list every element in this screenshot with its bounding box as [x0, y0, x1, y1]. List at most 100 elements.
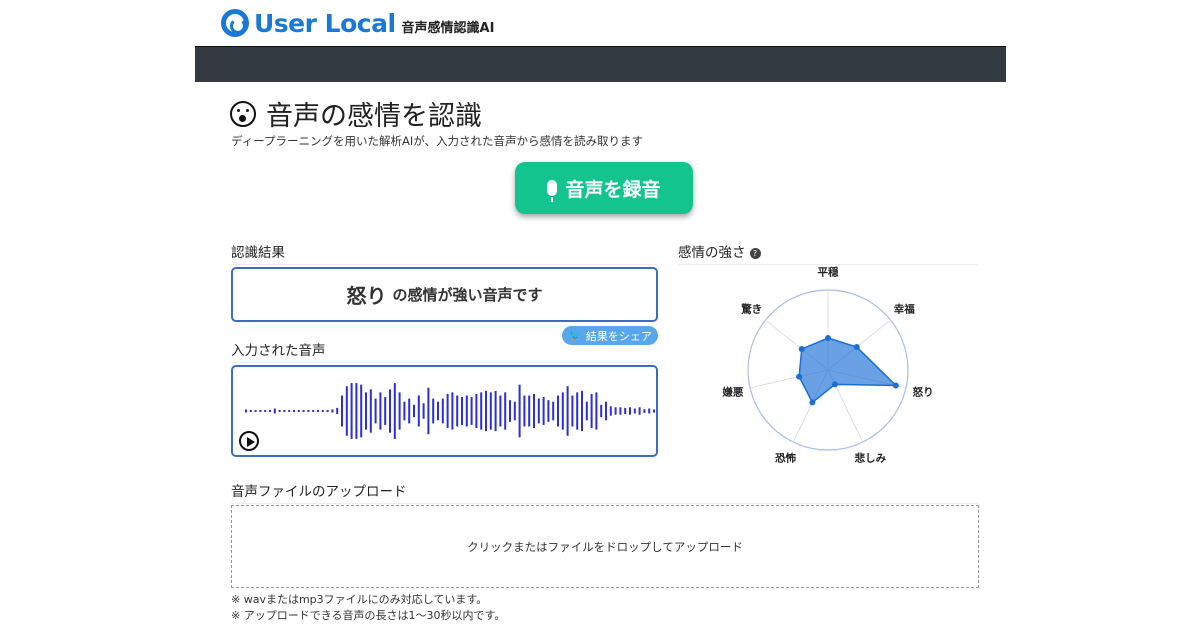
waveform-bar	[494, 390, 497, 432]
waveform-bar	[581, 390, 583, 432]
record-button[interactable]: 音声を録音	[515, 162, 693, 214]
waveform-bar	[302, 410, 305, 412]
waveform-bar	[283, 410, 286, 412]
waveform	[245, 383, 655, 439]
radar-axis-label: 幸福	[893, 303, 915, 316]
waveform-bar	[245, 409, 247, 413]
waveform-bar	[336, 407, 339, 415]
waveform-bar	[278, 410, 281, 412]
waveform-bar	[321, 410, 324, 412]
radar-axis-label: 悲しみ	[854, 452, 887, 465]
radar-axis-line	[749, 369, 829, 389]
logo-text[interactable]: User Local	[254, 9, 396, 38]
waveform-bar	[293, 410, 295, 412]
result-box: 怒り の感情が強い音声です	[231, 267, 658, 322]
waveform-bar	[624, 407, 627, 415]
waveform-bar	[326, 410, 329, 412]
waveform-bar	[331, 409, 334, 413]
waveform-bar	[312, 410, 315, 412]
waveform-bar	[504, 392, 507, 430]
waveform-bar	[489, 392, 492, 430]
waveform-bar	[528, 395, 531, 427]
waveform-bar	[307, 410, 310, 412]
waveform-bar	[537, 398, 540, 424]
waveform-bar	[595, 392, 598, 430]
waveform-bar	[269, 410, 271, 412]
page-title: 音声の感情を認識	[230, 94, 482, 133]
waveform-bar	[398, 392, 401, 430]
waveform-bar	[259, 410, 262, 412]
waveform-bar	[465, 395, 468, 427]
waveform-bar	[571, 395, 574, 427]
play-icon[interactable]	[239, 431, 259, 451]
radar-point	[809, 399, 816, 406]
waveform-bar	[456, 395, 459, 427]
audio-player[interactable]	[231, 365, 658, 457]
waveform-bar	[317, 410, 319, 412]
page-title-text: 音声の感情を認識	[266, 101, 482, 132]
waveform-bar	[629, 407, 631, 415]
waveform-bar	[600, 404, 603, 418]
waveform-bar	[614, 407, 617, 415]
waveform-bar	[480, 392, 483, 430]
radar-heading-text: 感情の強さ	[678, 245, 746, 261]
waveform-bar	[254, 410, 257, 412]
radar-point	[892, 382, 899, 389]
waveform-bar	[518, 384, 521, 438]
waveform-bar	[422, 403, 425, 419]
radar-point	[831, 381, 838, 388]
waveform-bar	[341, 395, 343, 427]
radar-point	[853, 344, 860, 351]
waveform-bar	[345, 386, 348, 436]
waveform-bar	[485, 390, 487, 432]
waveform-bar	[365, 392, 367, 430]
waveform-bar	[590, 393, 593, 429]
upload-note-length: ※ アップロードできる音声の長さは1〜30秒以内です。	[231, 609, 506, 622]
radar-axis-label: 平穏	[817, 266, 839, 279]
waveform-bar	[264, 410, 267, 412]
waveform-bar	[374, 398, 377, 424]
waveform-bar	[249, 410, 252, 412]
waveform-bar	[408, 398, 411, 424]
waveform-bar	[432, 398, 435, 424]
microphone-icon	[547, 180, 558, 202]
audio-heading: 入力された音声	[231, 339, 658, 363]
waveform-bar	[509, 400, 511, 422]
radar-axis-label: 怒り	[912, 386, 934, 399]
waveform-bar	[470, 397, 473, 425]
waveform-bar	[437, 401, 439, 421]
radar-axis-line	[827, 369, 864, 443]
waveform-bar	[619, 407, 622, 415]
waveform-bar	[643, 409, 646, 413]
waveform-bar	[297, 410, 300, 412]
waveform-bar	[542, 397, 545, 425]
record-button-label: 音声を録音	[565, 178, 661, 201]
waveform-bar	[360, 384, 363, 438]
waveform-bar	[417, 395, 420, 427]
waveform-bar	[379, 392, 382, 430]
waveform-bar	[533, 393, 535, 429]
waveform-bar	[566, 386, 569, 436]
waveform-bar	[561, 392, 564, 430]
waveform-bar	[653, 409, 655, 413]
help-icon[interactable]: ?	[749, 247, 761, 259]
upload-drop-text: クリックまたはファイルをドロップしてアップロード	[467, 539, 743, 554]
waveform-bar	[393, 383, 396, 439]
waveform-bar	[552, 401, 555, 421]
user-local-logo-icon[interactable]	[221, 9, 249, 37]
waveform-bar	[369, 389, 372, 433]
radar-axis-line	[792, 369, 829, 443]
waveform-bar	[427, 387, 430, 435]
waveform-bar	[638, 407, 641, 415]
waveform-bar	[446, 393, 449, 429]
radar-point	[825, 335, 831, 341]
radar-axis-label: 恐怖	[775, 452, 797, 465]
upload-note-format: ※ wavまたはmp3ファイルにのみ対応しています。	[231, 593, 488, 606]
waveform-bar	[441, 398, 444, 424]
upload-dropzone[interactable]: クリックまたはファイルをドロップしてアップロード	[231, 505, 979, 588]
result-emotion: 怒り	[346, 284, 387, 308]
radar-axis-line	[765, 319, 829, 371]
waveform-bar	[513, 401, 516, 421]
page-subtitle: ディープラーニングを用いた解析AIが、入力された音声から感情を読み取ります	[231, 134, 644, 148]
waveform-bar	[288, 410, 291, 412]
